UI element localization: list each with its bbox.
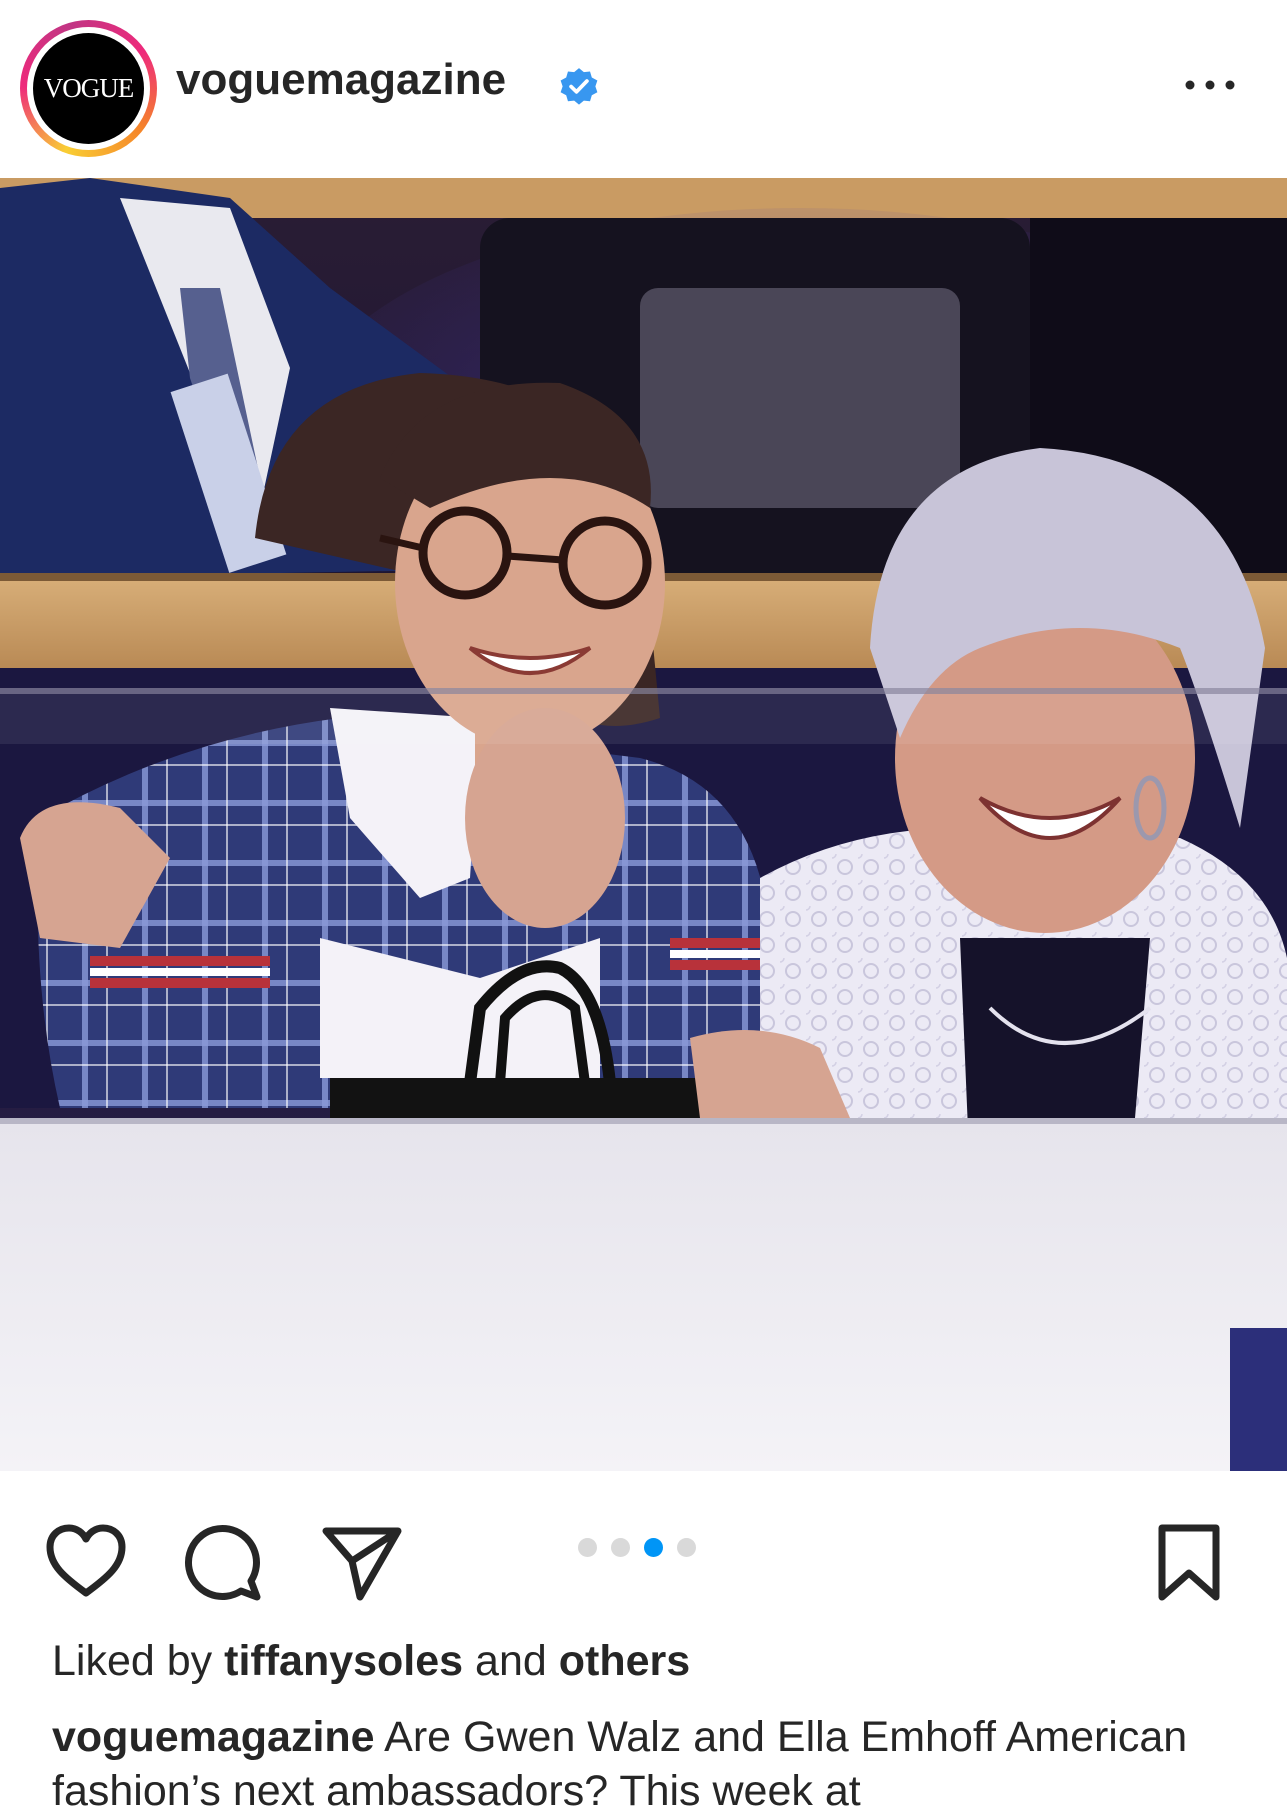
story-ring[interactable]: VOGUE [20, 20, 157, 157]
verified-badge-icon [560, 68, 598, 105]
likes-others-link[interactable]: others [559, 1637, 690, 1685]
avatar[interactable]: VOGUE [33, 33, 144, 144]
likes-line: Liked by tiffanysoles and others [52, 1640, 690, 1683]
carousel-dot [578, 1538, 597, 1557]
bookmark-icon[interactable] [1156, 1523, 1222, 1603]
likes-prefix: Liked by [52, 1637, 213, 1685]
post-photo[interactable] [0, 178, 1287, 1471]
photo-illustration [0, 178, 1287, 1471]
post-header: VOGUE voguemagazine [0, 0, 1287, 178]
carousel-indicator [578, 1538, 696, 1557]
heart-icon[interactable] [44, 1523, 128, 1599]
likes-conjunction: and [475, 1637, 547, 1685]
carousel-dot-active [644, 1538, 663, 1557]
more-options-icon[interactable] [1180, 70, 1240, 100]
caption-author[interactable]: voguemagazine [52, 1713, 375, 1761]
username[interactable]: voguemagazine [176, 58, 506, 102]
carousel-dot [611, 1538, 630, 1557]
avatar-logo-text: VOGUE [43, 73, 134, 103]
carousel-dot [677, 1538, 696, 1557]
share-icon[interactable] [320, 1523, 404, 1603]
caption: voguemagazine Are Gwen Walz and Ella Emh… [52, 1710, 1242, 1818]
liked-by-user[interactable]: tiffanysoles [224, 1637, 463, 1685]
avatar-ring-gap: VOGUE [27, 27, 150, 150]
comment-icon[interactable] [183, 1523, 263, 1603]
